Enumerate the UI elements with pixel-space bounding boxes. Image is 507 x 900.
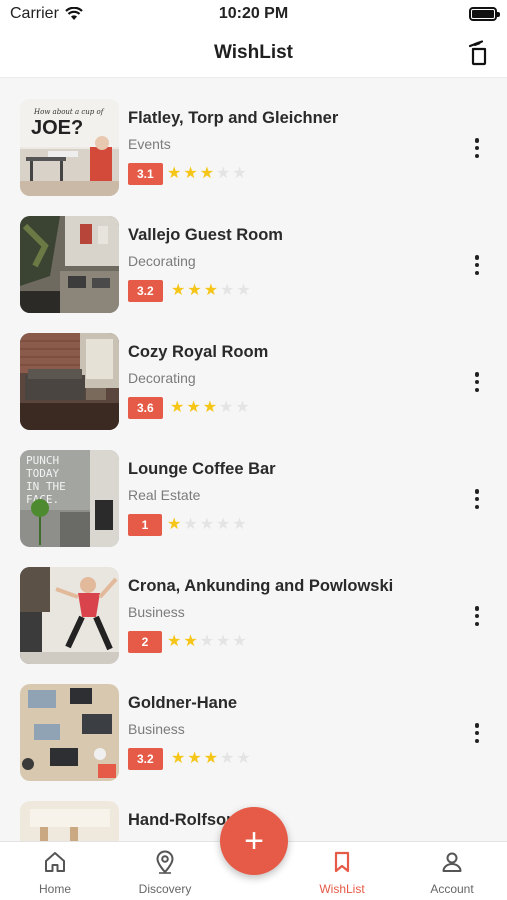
rating-badge: 3.2	[128, 280, 163, 302]
star-icon: ★	[216, 633, 231, 650]
star-icon: ★	[199, 165, 215, 182]
star-icon: ★	[236, 750, 251, 767]
item-name[interactable]: Hand-Rolfson	[128, 811, 236, 830]
star-icon: ★	[220, 282, 235, 299]
star-icon: ★	[235, 399, 250, 416]
list-item[interactable]: Vallejo Guest Room Decorating 3.2 ★ ★ ★ …	[0, 196, 507, 313]
star-icon: ★	[171, 750, 186, 767]
star-icon: ★	[170, 399, 185, 416]
star-icon: ★	[171, 282, 186, 299]
star-rating: ★ ★ ★ ★ ★	[170, 397, 250, 419]
item-thumbnail: PUNCH TODAY IN THE FACE.	[20, 450, 119, 547]
item-thumbnail	[20, 333, 119, 430]
tab-label: Home	[38, 882, 71, 896]
item-category: Business	[128, 721, 185, 737]
star-icon: ★	[183, 633, 198, 650]
battery-icon	[469, 7, 500, 21]
item-category: Decorating	[128, 370, 196, 386]
star-icon: ★	[183, 516, 198, 533]
list-item[interactable]: PUNCH TODAY IN THE FACE. Lounge Coffee B…	[0, 430, 507, 547]
clear-wishlist-icon[interactable]	[467, 40, 489, 66]
rating-badge: 3.6	[128, 397, 163, 419]
thumb-caption: IN THE	[26, 480, 66, 493]
list-item[interactable]: How about a cup of JOE? Flatley, Torp an…	[0, 79, 507, 196]
star-icon: ★	[236, 282, 251, 299]
star-icon: ★	[232, 165, 247, 182]
item-name[interactable]: Cozy Royal Room	[128, 343, 268, 362]
item-thumbnail	[20, 567, 119, 664]
star-rating: ★ ★ ★ ★ ★	[171, 748, 251, 770]
star-icon: ★	[167, 165, 182, 182]
tab-home[interactable]: Home	[10, 850, 100, 898]
item-name[interactable]: Flatley, Torp and Gleichner	[128, 109, 338, 128]
star-icon: ★	[199, 633, 215, 650]
star-rating: ★ ★ ★ ★ ★	[167, 631, 247, 653]
more-options-icon[interactable]	[469, 370, 485, 394]
rating-badge: 3.1	[128, 163, 163, 185]
tab-discovery[interactable]: Discovery	[120, 850, 210, 898]
more-options-icon[interactable]	[469, 136, 485, 160]
star-icon: ★	[187, 282, 202, 299]
person-icon	[442, 852, 462, 872]
item-category: Events	[128, 136, 171, 152]
status-time: 10:20 PM	[218, 5, 289, 22]
star-icon: ★	[219, 399, 234, 416]
item-name[interactable]: Crona, Ankunding and Powlowski	[128, 577, 393, 596]
wishlist-list[interactable]: How about a cup of JOE? Flatley, Torp an…	[0, 79, 507, 841]
home-icon	[45, 852, 65, 872]
thumb-caption: JOE?	[31, 117, 83, 139]
star-icon: ★	[232, 633, 247, 650]
thumb-caption: How about a cup of	[33, 108, 105, 116]
tab-account[interactable]: Account	[407, 850, 497, 898]
item-name[interactable]: Goldner-Hane	[128, 694, 237, 713]
more-options-icon[interactable]	[469, 253, 485, 277]
tab-label: Discovery	[138, 882, 192, 896]
star-icon: ★	[199, 516, 215, 533]
star-icon: ★	[167, 633, 182, 650]
rating-badge: 1	[128, 514, 162, 536]
item-name[interactable]: Lounge Coffee Bar	[128, 460, 276, 479]
item-name[interactable]: Vallejo Guest Room	[128, 226, 283, 245]
star-icon: ★	[167, 516, 182, 533]
list-item[interactable]: Cozy Royal Room Decorating 3.6 ★ ★ ★ ★ ★	[0, 313, 507, 430]
more-options-icon[interactable]	[469, 721, 485, 745]
star-icon: ★	[183, 165, 198, 182]
star-icon: ★	[187, 750, 202, 767]
star-icon: ★	[216, 516, 231, 533]
list-item[interactable]: Crona, Ankunding and Powlowski Business …	[0, 547, 507, 664]
list-item[interactable]: Goldner-Hane Business 3.2 ★ ★ ★ ★ ★	[0, 664, 507, 781]
star-rating: ★ ★ ★ ★ ★	[167, 514, 247, 536]
star-rating: ★ ★ ★ ★ ★	[171, 280, 251, 302]
page-title: WishList	[214, 42, 293, 63]
star-icon: ★	[232, 516, 247, 533]
thumb-caption: PUNCH	[26, 454, 59, 467]
star-icon: ★	[220, 750, 235, 767]
star-icon: ★	[202, 399, 218, 416]
tab-label: Account	[430, 882, 474, 896]
add-button[interactable]: +	[220, 807, 288, 875]
item-category: Decorating	[128, 253, 196, 269]
star-icon: ★	[203, 282, 219, 299]
location-pin-icon	[156, 850, 174, 874]
thumb-caption: TODAY	[26, 467, 59, 480]
status-bar: Carrier 10:20 PM	[0, 0, 507, 30]
tab-wishlist[interactable]: WishList	[297, 850, 387, 898]
star-rating: ★ ★ ★ ★ ★	[167, 163, 247, 185]
item-thumbnail	[20, 684, 119, 781]
rating-badge: 2	[128, 631, 162, 653]
item-category: Real Estate	[128, 487, 201, 503]
item-thumbnail	[20, 216, 119, 313]
item-thumbnail: How about a cup of JOE?	[20, 99, 119, 196]
star-icon: ★	[186, 399, 201, 416]
nav-bar: WishList	[0, 30, 507, 78]
more-options-icon[interactable]	[469, 604, 485, 628]
item-category: Business	[128, 604, 185, 620]
star-icon: ★	[216, 165, 231, 182]
bookmark-icon	[334, 851, 350, 873]
tab-label: WishList	[319, 882, 365, 896]
item-thumbnail	[20, 801, 119, 841]
rating-badge: 3.2	[128, 748, 163, 770]
more-options-icon[interactable]	[469, 487, 485, 511]
star-icon: ★	[203, 750, 219, 767]
